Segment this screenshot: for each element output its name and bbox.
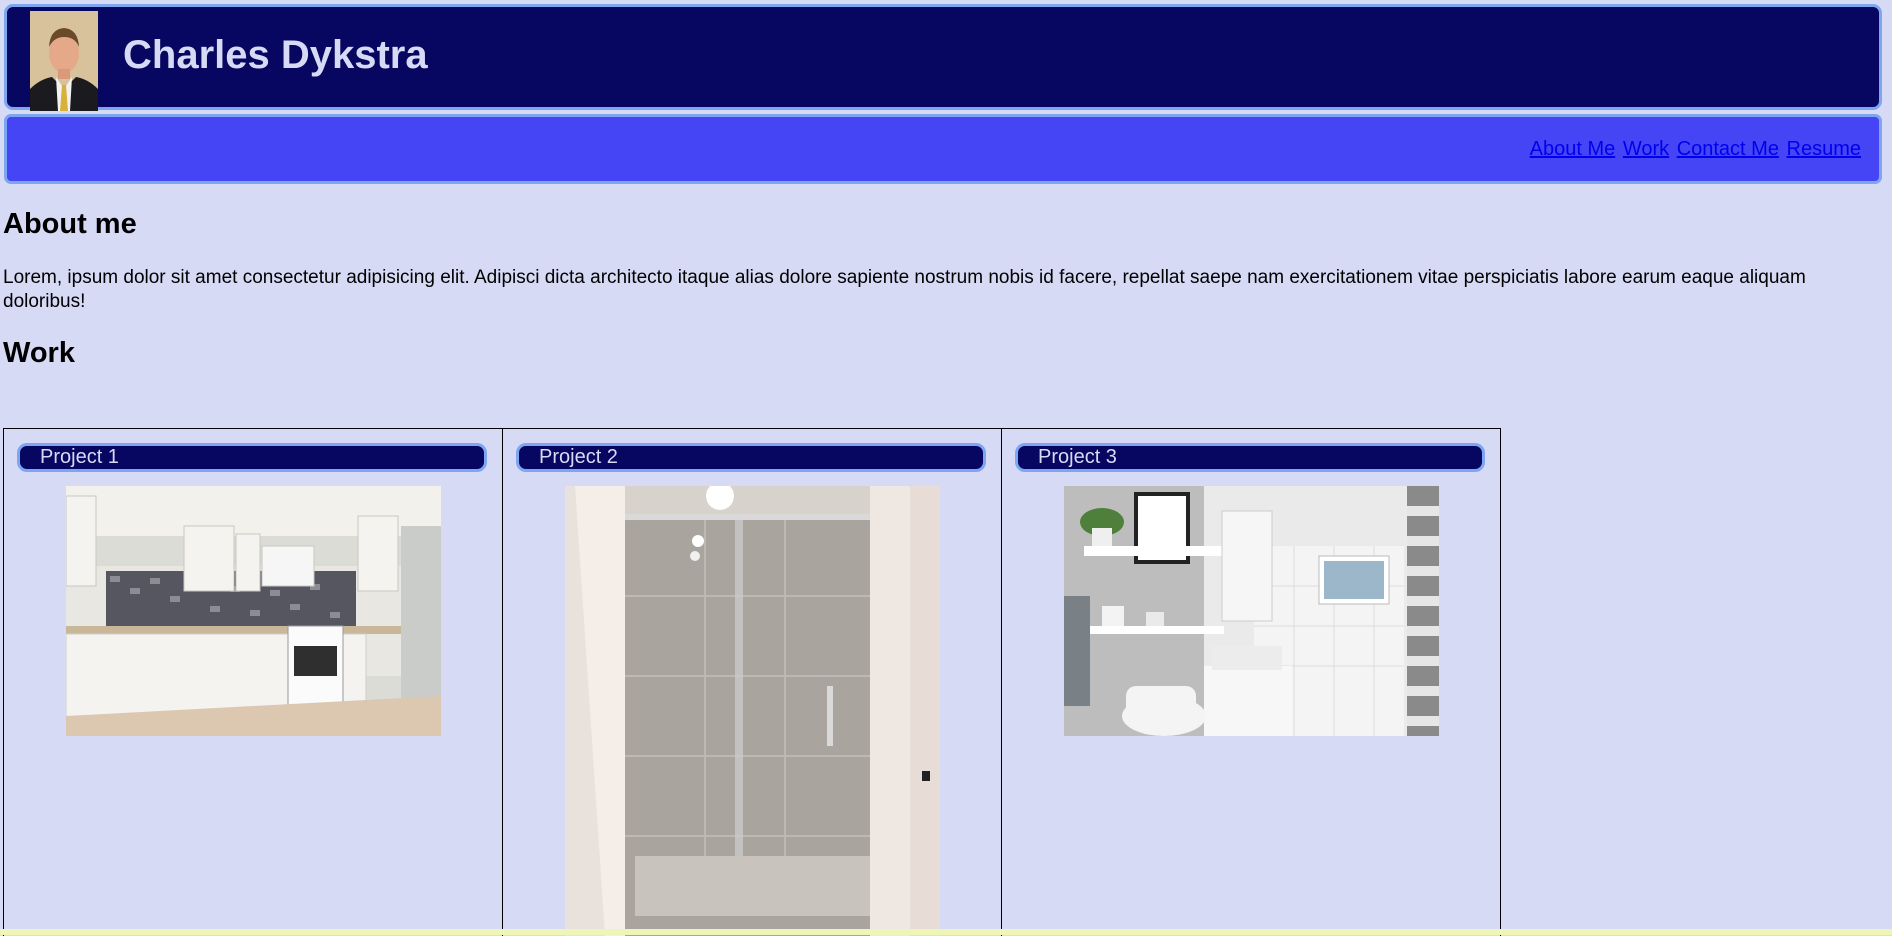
project-title[interactable]: Project 3	[1015, 443, 1485, 472]
nav-link-about-me[interactable]: About Me	[1530, 138, 1616, 160]
page-bottom-strip	[0, 929, 1892, 935]
nav-link-work[interactable]: Work	[1623, 138, 1669, 160]
kitchen-photo[interactable]	[66, 486, 441, 736]
site-header: Charles Dykstra	[4, 4, 1882, 111]
project-title[interactable]: Project 1	[17, 443, 487, 472]
project-card: Project 1	[4, 429, 503, 936]
site-title: Charles Dykstra	[123, 33, 428, 77]
project-card: Project 3	[1002, 429, 1501, 936]
avatar	[30, 11, 98, 111]
about-text: Lorem, ipsum dolor sit amet consectetur …	[3, 267, 1806, 312]
nav-link-resume[interactable]: Resume	[1787, 138, 1861, 160]
project-card: Project 2	[503, 429, 1002, 936]
work-heading: Work	[3, 337, 75, 369]
projects-grid: Project 1 Project 2 Project 3	[3, 428, 1501, 936]
nav-link-contact-me[interactable]: Contact Me	[1677, 138, 1779, 160]
nav-links: About Me Work Contact Me Resume	[1528, 138, 1861, 161]
about-heading: About me	[3, 208, 137, 240]
shower-photo[interactable]	[565, 486, 940, 936]
main-nav: About Me Work Contact Me Resume	[4, 114, 1882, 184]
bathroom-photo[interactable]	[1064, 486, 1439, 736]
project-title[interactable]: Project 2	[516, 443, 986, 472]
